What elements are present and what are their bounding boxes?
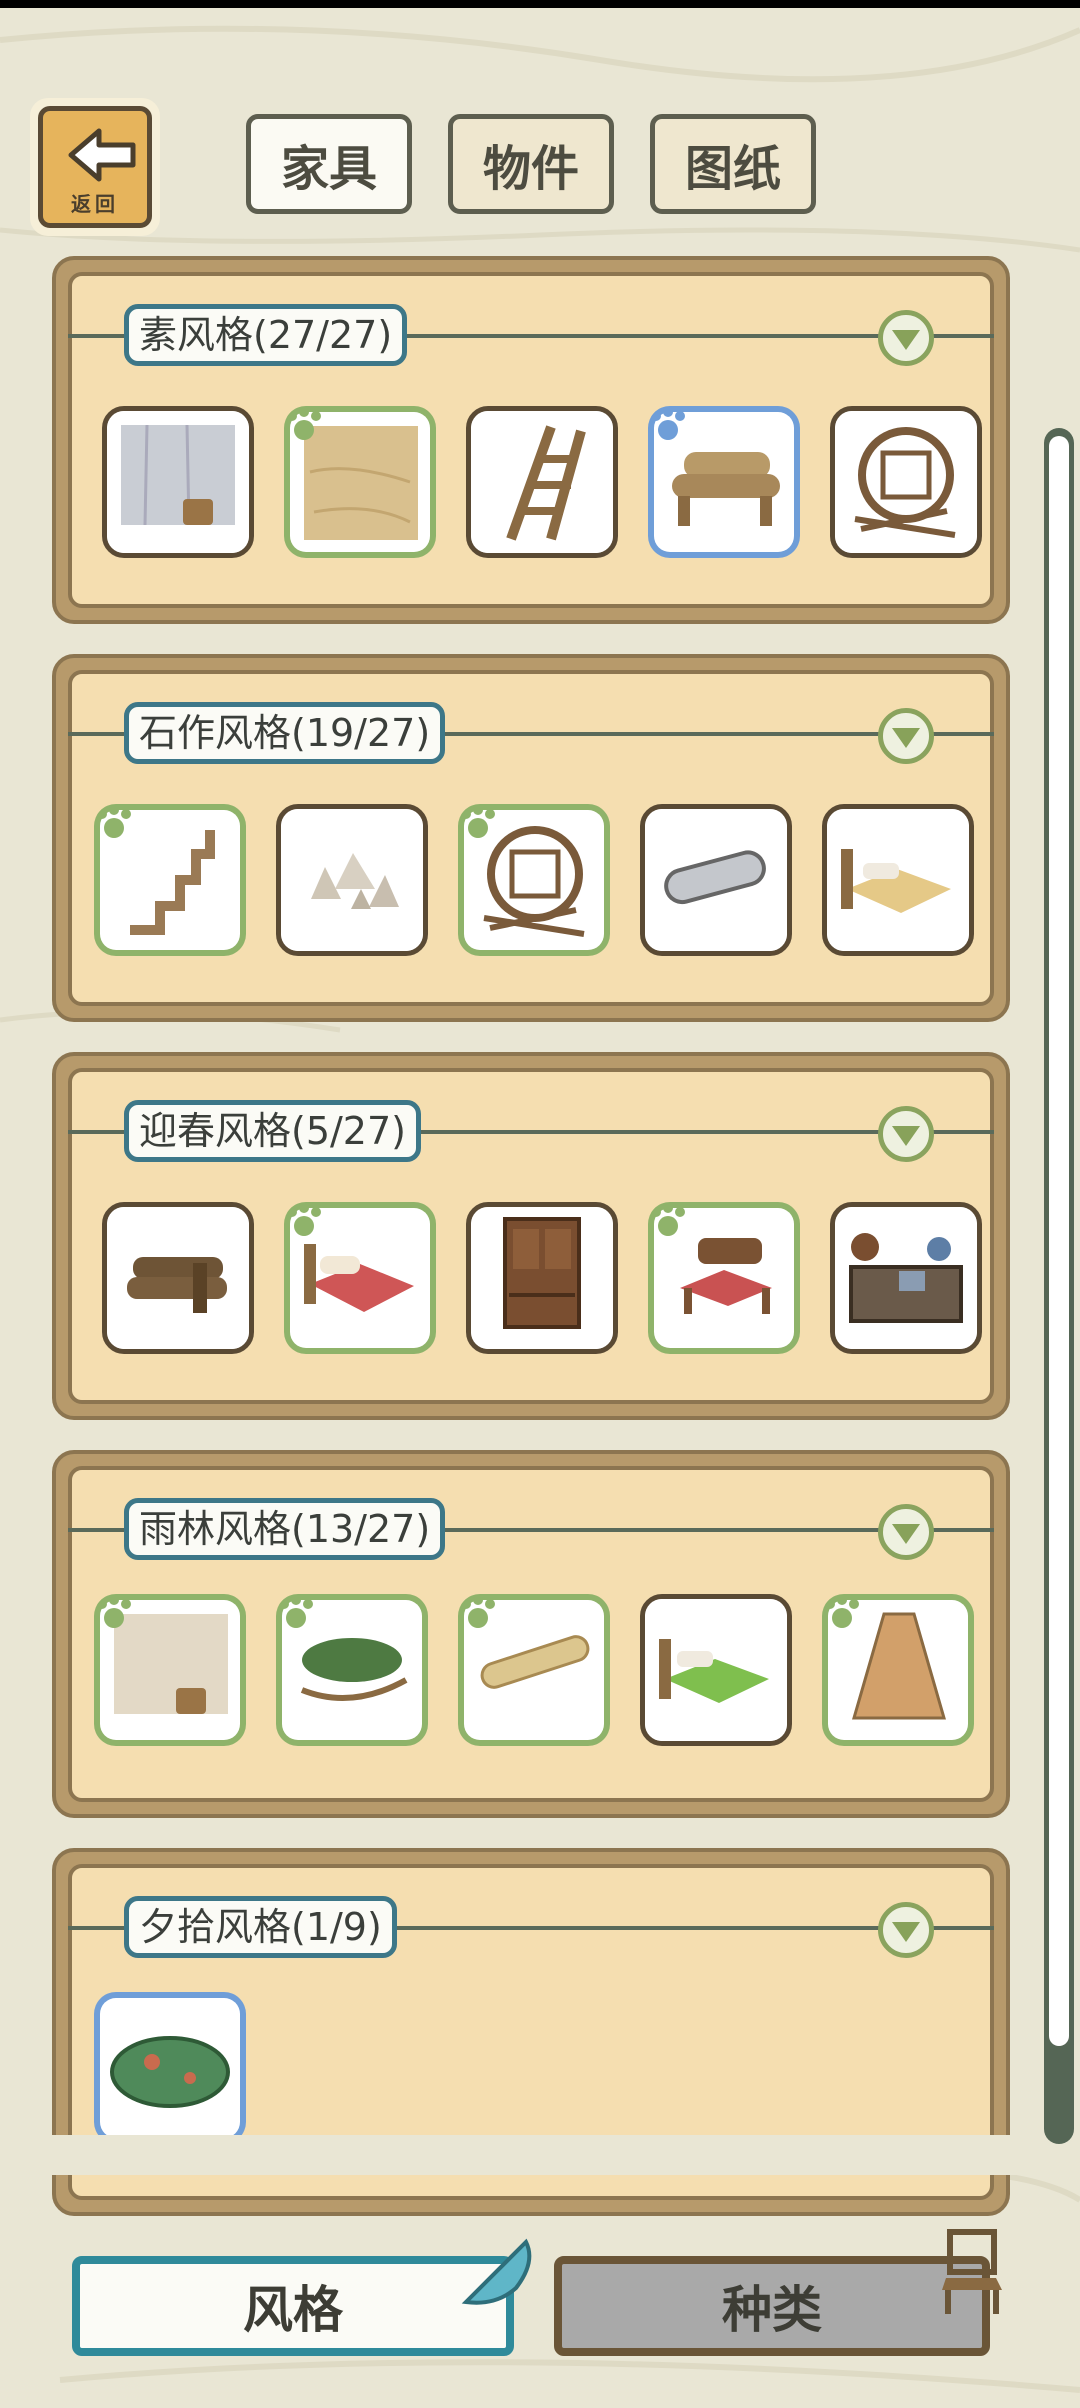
frog-paw-icon	[461, 1595, 495, 1628]
list-clip	[0, 2135, 1080, 2175]
shell-icon	[461, 2238, 532, 2305]
style-section: 迎春风格(5/27)	[52, 1052, 1010, 1420]
furniture-item[interactable]	[466, 406, 618, 558]
furniture-item[interactable]	[94, 804, 246, 956]
furniture-item[interactable]	[822, 1594, 974, 1746]
furniture-item[interactable]	[102, 406, 254, 558]
back-arrow-icon	[68, 128, 136, 182]
chevron-down-icon	[892, 1524, 920, 1544]
furniture-item[interactable]	[276, 1594, 428, 1746]
style-section: 雨林风格(13/27)	[52, 1450, 1010, 1818]
style-section: 石作风格(19/27)	[52, 654, 1010, 1022]
section-title: 雨林风格(13/27)	[124, 1498, 446, 1560]
chevron-down-icon	[892, 1922, 920, 1942]
furniture-item[interactable]	[822, 804, 974, 956]
back-button[interactable]: 返回	[30, 98, 160, 236]
collapse-toggle[interactable]	[878, 708, 934, 764]
chair-icon	[942, 2229, 1002, 2314]
furniture-item[interactable]	[94, 1992, 246, 2144]
furniture-item[interactable]	[102, 1202, 254, 1354]
stone-roller-icon	[664, 850, 766, 905]
style-section: 素风格(27/27)	[52, 256, 1010, 624]
kind-label: 种类	[722, 2281, 822, 2339]
stone-pile-icon	[311, 853, 399, 909]
green-bed-icon	[659, 1639, 769, 1703]
tab-objects[interactable]: 物件	[448, 114, 614, 214]
frog-paw-icon	[287, 1203, 321, 1236]
frog-paw-icon	[461, 805, 495, 838]
log-stack-icon	[127, 1257, 227, 1313]
frog-paw-icon	[651, 407, 685, 440]
furniture-item[interactable]	[284, 406, 436, 558]
furniture-item[interactable]	[830, 406, 982, 558]
frog-paw-icon	[651, 1203, 685, 1236]
furniture-item[interactable]	[94, 1594, 246, 1746]
section-title: 夕拾风格(1/9)	[124, 1896, 397, 1958]
frog-paw-icon	[97, 1595, 131, 1628]
furniture-item[interactable]	[276, 804, 428, 956]
furniture-item[interactable]	[458, 804, 610, 956]
tab-blueprints[interactable]: 图纸	[650, 114, 816, 214]
ladder-icon	[506, 425, 586, 541]
section-title: 石作风格(19/27)	[124, 702, 446, 764]
furniture-item[interactable]	[458, 1594, 610, 1746]
cabinet-icon	[503, 1217, 581, 1329]
frog-paw-icon	[287, 407, 321, 440]
section-title: 迎春风格(5/27)	[124, 1100, 421, 1162]
style-label: 风格	[243, 2281, 343, 2339]
chevron-down-icon	[892, 728, 920, 748]
back-label: 返回	[71, 192, 119, 216]
scrollbar-thumb[interactable]	[1049, 436, 1069, 2046]
furniture-item[interactable]	[284, 1202, 436, 1354]
wall-bucket-icon	[121, 424, 235, 526]
frog-paw-icon	[279, 1595, 313, 1628]
tab-furniture[interactable]: 家具	[246, 114, 412, 214]
green-stone-icon	[110, 2036, 230, 2108]
bed-icon	[841, 849, 951, 913]
stove-icon	[849, 1233, 963, 1323]
lattice-window-icon	[854, 427, 956, 538]
frog-paw-icon	[97, 805, 131, 838]
furniture-item[interactable]	[466, 1202, 618, 1354]
furniture-item[interactable]	[648, 406, 800, 558]
collapse-toggle[interactable]	[878, 1504, 934, 1560]
furniture-item[interactable]	[640, 1594, 792, 1746]
collapse-toggle[interactable]	[878, 1106, 934, 1162]
chevron-down-icon	[892, 330, 920, 350]
frog-paw-icon	[825, 1595, 859, 1628]
furniture-item[interactable]	[830, 1202, 982, 1354]
chevron-down-icon	[892, 1126, 920, 1146]
style-filter-button[interactable]: 风格	[72, 2256, 514, 2356]
collapse-toggle[interactable]	[878, 1902, 934, 1958]
collapse-toggle[interactable]	[878, 310, 934, 366]
category-filter-button[interactable]: 种类	[554, 2256, 990, 2356]
furniture-item[interactable]	[640, 804, 792, 956]
furniture-item[interactable]	[648, 1202, 800, 1354]
section-title: 素风格(27/27)	[124, 304, 408, 366]
